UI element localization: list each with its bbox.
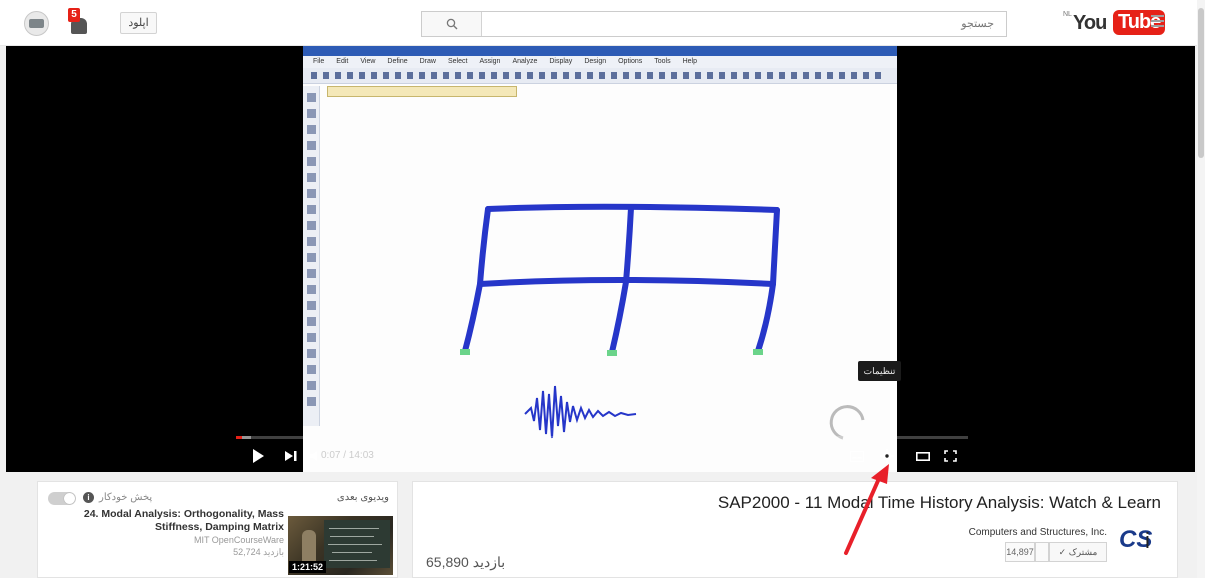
recommended-video-channel[interactable]: MIT OpenCourseWare <box>48 535 284 545</box>
autoplay-label: پخش خودکار <box>99 492 153 503</box>
fullscreen-button[interactable] <box>941 444 959 468</box>
volume-button[interactable] <box>308 444 322 468</box>
subtitles-button[interactable] <box>848 444 866 468</box>
thumbnail-blackboard <box>324 520 390 568</box>
subscriber-count: 14,897 <box>1005 542 1035 562</box>
view-count: 65,890 بازدید <box>426 554 506 570</box>
search-icon <box>446 18 457 30</box>
channel-logo-icon[interactable]: CS i <box>1119 526 1159 556</box>
subscribe-button[interactable]: ✓ مشترک <box>1049 542 1107 562</box>
recommended-video-title[interactable]: 24. Modal Analysis: Orthogonality, Mass … <box>48 508 284 534</box>
youtube-logo[interactable]: NL You Tube <box>1063 7 1183 37</box>
settings-gear-icon <box>880 449 894 463</box>
support-right <box>753 349 763 355</box>
theater-mode-icon <box>916 451 930 461</box>
guide-menu-icon[interactable] <box>1151 15 1164 27</box>
channel-name[interactable]: Computers and Structures, Inc. <box>969 527 1107 538</box>
player-controls: 0:07 / 14:03 <box>236 444 968 468</box>
ground-motion-record <box>524 385 637 439</box>
progress-bar[interactable] <box>236 436 968 439</box>
up-next-label: ویدیوی بعدی <box>336 492 389 503</box>
channel-logo-i: i <box>1145 528 1150 553</box>
upload-button[interactable]: اپلود <box>120 12 157 34</box>
up-next-card: i پخش خودکار ویدیوی بعدی 24. Modal Analy… <box>37 481 398 578</box>
fullscreen-icon <box>943 450 957 462</box>
volume-icon <box>310 451 317 461</box>
subscription-settings-icon[interactable] <box>1035 542 1049 562</box>
video-player[interactable]: File Edit View Define Draw Select Assign Analyz… <box>6 46 1195 472</box>
page-scrollbar[interactable] <box>1197 0 1205 578</box>
video-title: SAP2000 - 11 Modal Time History Analysis… <box>717 493 1161 512</box>
theater-mode-button[interactable] <box>914 444 932 468</box>
watch-info-card: SAP2000 - 11 Modal Time History Analysis… <box>412 481 1178 578</box>
frame-column-left <box>462 206 491 354</box>
masthead: 5 اپلود NL You Tube <box>0 0 1205 46</box>
portal-frame-drawing <box>460 203 865 440</box>
support-middle <box>607 350 617 356</box>
support-left <box>460 349 470 355</box>
autoplay-toggle[interactable] <box>48 492 76 505</box>
time-display: 0:07 / 14:03 <box>321 450 374 461</box>
loading-spinner <box>829 405 865 440</box>
next-icon <box>285 451 297 461</box>
notification-count-badge: 5 <box>68 8 80 22</box>
settings-button[interactable] <box>878 444 896 468</box>
notification-button[interactable]: 5 <box>68 8 90 36</box>
subtitles-icon <box>850 450 864 462</box>
recommended-video-views: 52,724 بازدید <box>233 547 284 557</box>
logo-country-code: NL <box>1063 11 1072 18</box>
logo-you-text: You <box>1073 12 1107 34</box>
play-button[interactable] <box>248 444 268 468</box>
progress-played <box>236 436 242 439</box>
recommended-video-duration: 1:21:52 <box>289 561 327 573</box>
play-icon <box>253 449 264 463</box>
search-input[interactable] <box>482 12 1006 36</box>
next-button[interactable] <box>281 444 301 468</box>
settings-tooltip: تنظیمات <box>858 361 901 381</box>
video-frame: File Edit View Define Draw Select Assign Analyz… <box>303 46 897 472</box>
search-button[interactable] <box>422 12 482 36</box>
avatar-icon[interactable] <box>24 11 49 36</box>
search-bar <box>421 11 1007 37</box>
scrollbar-thumb[interactable] <box>1198 8 1204 158</box>
info-icon[interactable]: i <box>83 492 94 503</box>
